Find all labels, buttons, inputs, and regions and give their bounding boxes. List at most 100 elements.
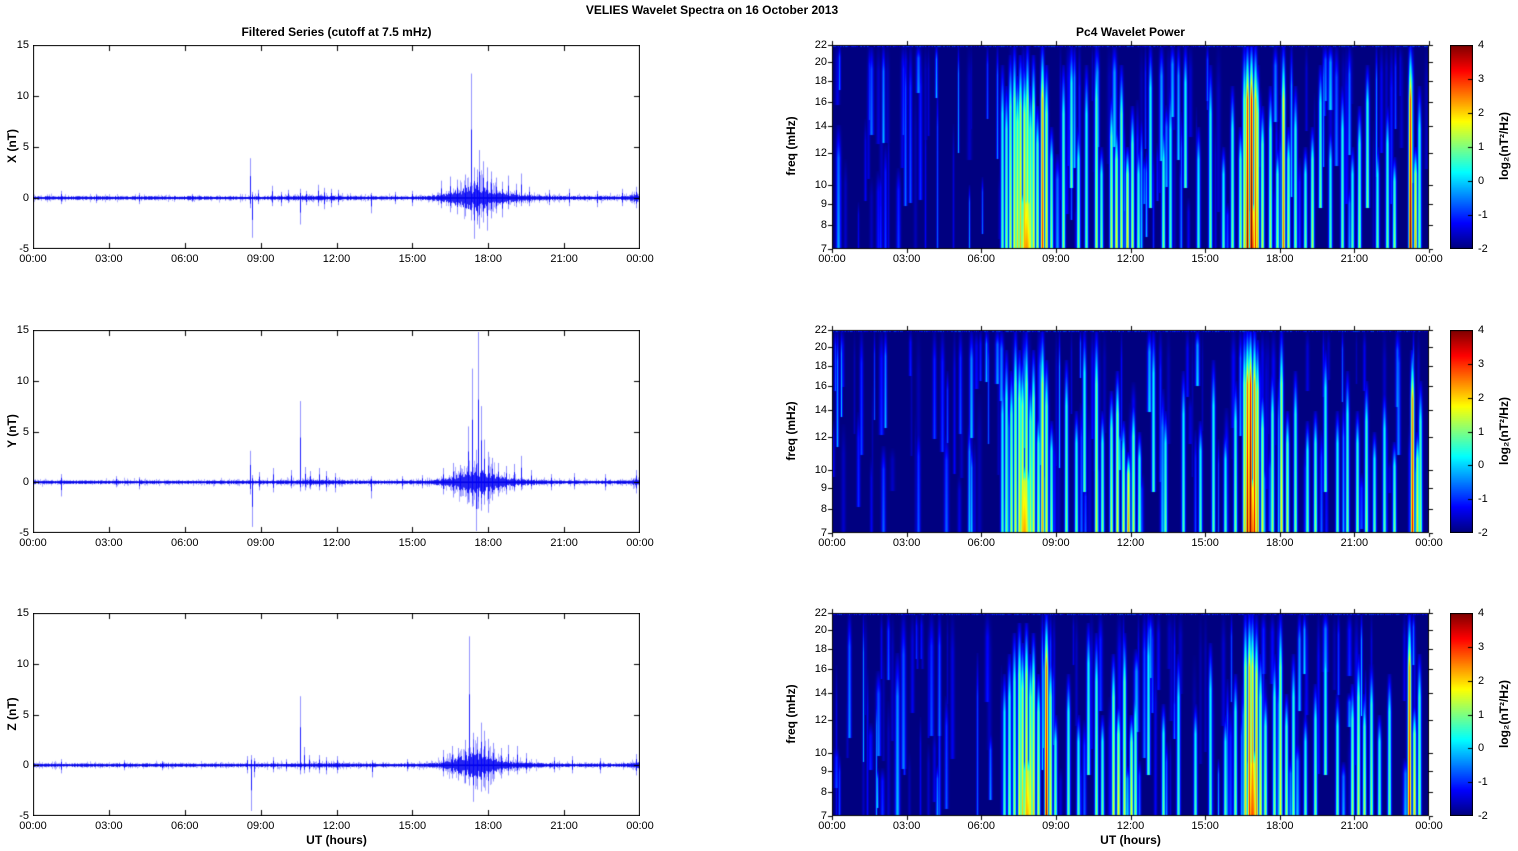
freq-tick-label: 7: [820, 810, 827, 822]
freq-tick-label: 16: [814, 95, 827, 108]
x-tick-label: 00:00: [1415, 537, 1443, 549]
colorbar-tick-label: 4: [1478, 324, 1485, 336]
y-tick-label: 15: [16, 324, 29, 336]
freq-tick-label: 9: [820, 482, 827, 495]
x-tick-label: 21:00: [550, 820, 578, 832]
colorbar-tick-label: 2: [1478, 391, 1485, 404]
y-tick-label: 10: [16, 374, 29, 387]
freq-axis-label-1: freq (mHz): [784, 116, 798, 176]
y-tick-label: 5: [22, 425, 29, 438]
x-tick-label: 18:00: [1265, 537, 1294, 549]
x-tick-label: 03:00: [95, 253, 123, 265]
x-tick-label: 18:00: [1265, 253, 1294, 265]
y-tick-label: -5: [19, 810, 29, 822]
freq-tick-label: 18: [814, 74, 827, 87]
colorbar-tick-label: 0: [1478, 175, 1485, 187]
freq-tick-label: 9: [820, 198, 827, 211]
x-tick-label: 06:00: [170, 820, 199, 832]
freq-tick-label: 7: [820, 527, 827, 539]
freq-tick-label: 9: [820, 765, 827, 778]
x-tick-label: 21:00: [550, 253, 578, 265]
x-axis-label-left: UT (hours): [306, 833, 367, 847]
x-tick-label: 00:00: [1415, 820, 1443, 832]
freq-axis-label-3: freq (mHz): [784, 684, 798, 744]
y-tick-label: 5: [22, 708, 29, 721]
freq-tick-label: 10: [814, 746, 827, 759]
timeseries-x-plot: [33, 45, 640, 249]
freq-tick-label: 22: [814, 324, 827, 336]
freq-tick-label: 8: [820, 503, 827, 516]
colorbar-tick-label: -2: [1478, 810, 1488, 822]
freq-tick-label: 14: [814, 687, 827, 700]
colorbar-tick-label: -1: [1478, 209, 1488, 221]
colorbar-tick-label: 3: [1478, 640, 1485, 653]
timeseries-y-plot: [33, 330, 640, 533]
colorbar-x: [1450, 45, 1473, 249]
freq-tick-label: 12: [814, 431, 827, 444]
x-tick-label: 12:00: [322, 253, 351, 265]
freq-tick-label: 22: [814, 39, 827, 51]
x-tick-label: 18:00: [474, 253, 503, 265]
colorbar-z: [1450, 613, 1473, 816]
y-tick-label: 15: [16, 39, 29, 51]
x-tick-label: 15:00: [1191, 820, 1219, 832]
x-tick-label: 03:00: [892, 253, 921, 265]
wavelet-power-x-heatmap: [825, 38, 1436, 256]
x-tick-label: 18:00: [474, 820, 503, 832]
wavelet-spectra-figure: VELIES Wavelet Spectra on 16 October 201…: [0, 0, 1518, 851]
colorbar-tick-label: 3: [1478, 357, 1485, 370]
y-tick-label: -5: [19, 527, 29, 539]
wavelet-power-y-heatmap: [825, 323, 1436, 540]
freq-tick-label: 18: [814, 642, 827, 655]
freq-tick-label: 14: [814, 404, 827, 417]
x-tick-label: 09:00: [1042, 820, 1070, 832]
freq-tick-label: 20: [814, 55, 827, 68]
freq-tick-label: 20: [814, 340, 827, 353]
x-tick-label: 06:00: [967, 537, 996, 549]
freq-tick-label: 12: [814, 714, 827, 727]
x-tick-label: 12:00: [1116, 253, 1145, 265]
x-tick-label: 15:00: [398, 537, 427, 549]
colorbar-tick-label: 1: [1478, 141, 1485, 153]
y-tick-label: 5: [22, 141, 29, 153]
y-tick-label: 10: [16, 657, 29, 670]
colorbar-tick-label: 4: [1478, 607, 1485, 619]
freq-tick-label: 7: [820, 243, 827, 255]
freq-tick-label: 20: [814, 623, 827, 636]
freq-tick-label: 22: [814, 607, 827, 619]
freq-tick-label: 12: [814, 146, 827, 159]
freq-tick-label: 16: [814, 380, 827, 393]
x-tick-label: 09:00: [246, 820, 275, 832]
x-tick-label: 03:00: [95, 820, 123, 832]
x-tick-label: 00:00: [1415, 253, 1443, 265]
x-tick-label: 09:00: [1042, 537, 1070, 549]
x-tick-label: 06:00: [967, 253, 996, 265]
x-tick-label: 03:00: [892, 820, 921, 832]
x-tick-label: 12:00: [322, 537, 351, 549]
colorbar-tick-label: 1: [1478, 425, 1485, 438]
freq-tick-label: 10: [814, 463, 827, 476]
x-tick-label: 09:00: [246, 253, 275, 265]
colorbar-tick-label: -1: [1478, 776, 1488, 789]
freq-tick-label: 18: [814, 359, 827, 372]
figure-title: VELIES Wavelet Spectra on 16 October 201…: [585, 3, 839, 17]
x-tick-label: 15:00: [398, 820, 427, 832]
y-tick-label: 10: [16, 90, 29, 102]
freq-tick-label: 8: [820, 219, 827, 232]
x-tick-label: 03:00: [95, 537, 123, 549]
colorbar-tick-label: -2: [1478, 243, 1488, 255]
colorbar-tick-label: 2: [1478, 674, 1485, 687]
colorbar-tick-label: 1: [1478, 708, 1485, 721]
x-tick-label: 15:00: [1191, 537, 1219, 549]
freq-tick-label: 8: [820, 786, 827, 799]
colorbar-tick-label: 2: [1478, 107, 1485, 119]
colorbar-tick-label: 4: [1478, 39, 1485, 51]
x-tick-label: 06:00: [170, 537, 199, 549]
freq-tick-label: 14: [814, 119, 827, 132]
x-tick-label: 09:00: [1042, 253, 1070, 265]
colorbar-tick-label: 0: [1478, 459, 1485, 472]
colorbar-tick-label: -2: [1478, 527, 1488, 539]
x-tick-label: 00:00: [626, 537, 654, 549]
colorbar-tick-label: -1: [1478, 493, 1488, 506]
colorbar-tick-label: 3: [1478, 73, 1485, 85]
